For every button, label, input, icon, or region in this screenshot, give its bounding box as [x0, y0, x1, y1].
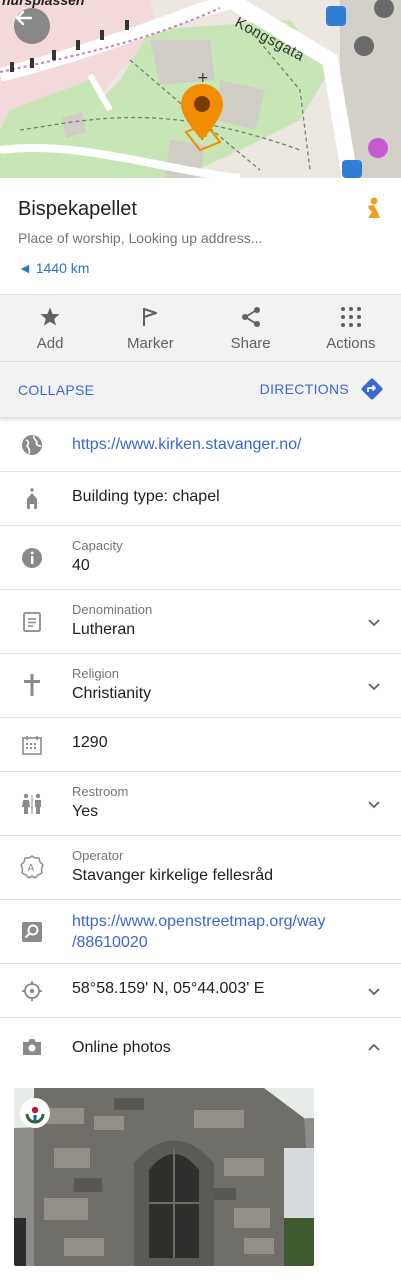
- dots-grid-icon: [340, 306, 361, 327]
- arrow-left-icon: [15, 10, 33, 26]
- svg-text:A: A: [28, 863, 35, 874]
- marker-button[interactable]: Marker: [100, 295, 200, 361]
- operator-value: Stavanger kirkelige fellesråd: [72, 867, 273, 884]
- building-type-value: Building type: chapel: [72, 488, 220, 505]
- chapel-photo: [14, 1088, 314, 1266]
- map-search-icon: [20, 920, 44, 944]
- online-photos-label: Online photos: [72, 1039, 171, 1056]
- back-button[interactable]: [14, 8, 50, 44]
- place-header: Bispekapellet Place of worship, Looking …: [0, 178, 401, 294]
- coordinates-row[interactable]: 58°58.159' N, 05°44.003' E: [0, 964, 401, 1018]
- osm-link-line2[interactable]: /88610020: [72, 932, 357, 953]
- directions-button[interactable]: DIRECTIONS: [260, 376, 385, 402]
- actions-button-label: Actions: [326, 334, 376, 352]
- actions-button[interactable]: Actions: [301, 295, 401, 361]
- praying-person-icon: [360, 196, 386, 227]
- directions-icon: [361, 378, 383, 400]
- crosshair-icon: [20, 979, 44, 1003]
- denomination-label: Denomination: [72, 602, 153, 617]
- collapse-directions-bar: COLLAPSE DIRECTIONS: [0, 362, 401, 418]
- operator-label: Operator: [72, 848, 124, 863]
- religion-value: Christianity: [72, 685, 152, 702]
- calendar-icon: [20, 733, 44, 757]
- website-link[interactable]: https://www.kirken.stavanger.no/: [72, 434, 357, 455]
- chapel-icon: [20, 487, 44, 511]
- capacity-row: Capacity 40: [0, 526, 401, 590]
- chevron-up-icon[interactable]: [367, 1041, 381, 1055]
- place-title: Bispekapellet: [18, 198, 137, 220]
- wikimedia-icon: [20, 1098, 50, 1128]
- capacity-value: 40: [72, 557, 90, 574]
- cross-icon: [20, 673, 44, 697]
- osm-link-line1[interactable]: https://www.openstreetmap.org/way: [72, 911, 357, 932]
- restroom-value: Yes: [72, 803, 99, 820]
- restroom-row[interactable]: Restroom Yes: [0, 772, 401, 836]
- add-button-label: Add: [36, 334, 64, 352]
- website-row[interactable]: https://www.kirken.stavanger.no/: [0, 418, 401, 472]
- map-canvas: + +: [0, 0, 401, 178]
- chevron-down-icon[interactable]: [367, 797, 381, 811]
- restroom-label: Restroom: [72, 784, 129, 799]
- chevron-down-icon[interactable]: [367, 679, 381, 693]
- action-bar: Add Marker Share Actions: [0, 294, 401, 362]
- denomination-row[interactable]: Denomination Lutheran: [0, 590, 401, 654]
- online-photos-row[interactable]: Online photos: [0, 1018, 401, 1074]
- add-button[interactable]: Add: [0, 295, 100, 361]
- globe-icon: [20, 433, 44, 457]
- restroom-icon: [20, 792, 44, 816]
- year-row: 1290: [0, 718, 401, 772]
- document-icon: [20, 610, 44, 634]
- info-icon: [20, 546, 44, 570]
- coordinates-value: 58°58.159' N, 05°44.003' E: [72, 980, 265, 997]
- religion-row[interactable]: Religion Christianity: [0, 654, 401, 718]
- chevron-down-icon[interactable]: [367, 615, 381, 629]
- share-button-label: Share: [230, 334, 271, 352]
- marker-button-label: Marker: [127, 334, 174, 352]
- details-list: https://www.kirken.stavanger.no/ Buildin…: [0, 418, 401, 1074]
- share-icon: [241, 306, 260, 327]
- share-button[interactable]: Share: [201, 295, 301, 361]
- capacity-label: Capacity: [72, 538, 123, 553]
- svg-text:+: +: [197, 70, 209, 86]
- map-place-label: nursplassen: [2, 0, 85, 8]
- operator-icon: A: [20, 855, 44, 879]
- map-view[interactable]: + + nursplassen Kongsgata: [0, 0, 401, 178]
- star-icon: [40, 307, 60, 325]
- chevron-down-icon[interactable]: [367, 984, 381, 998]
- directions-label: DIRECTIONS: [259, 381, 349, 397]
- religion-label: Religion: [72, 666, 119, 681]
- operator-row: A Operator Stavanger kirkelige fellesråd: [0, 836, 401, 900]
- online-photo-thumbnail[interactable]: [14, 1088, 314, 1266]
- collapse-button[interactable]: COLLAPSE: [18, 382, 94, 398]
- year-value: 1290: [72, 734, 108, 751]
- osm-link-row[interactable]: https://www.openstreetmap.org/way /88610…: [0, 900, 401, 964]
- place-subtitle: Place of worship, Looking up address...: [18, 230, 263, 246]
- distance-indicator: ◄ 1440 km: [18, 260, 90, 276]
- flag-icon: [143, 307, 158, 326]
- building-type-row: Building type: chapel: [0, 472, 401, 526]
- denomination-value: Lutheran: [72, 621, 136, 638]
- camera-icon: [20, 1035, 44, 1059]
